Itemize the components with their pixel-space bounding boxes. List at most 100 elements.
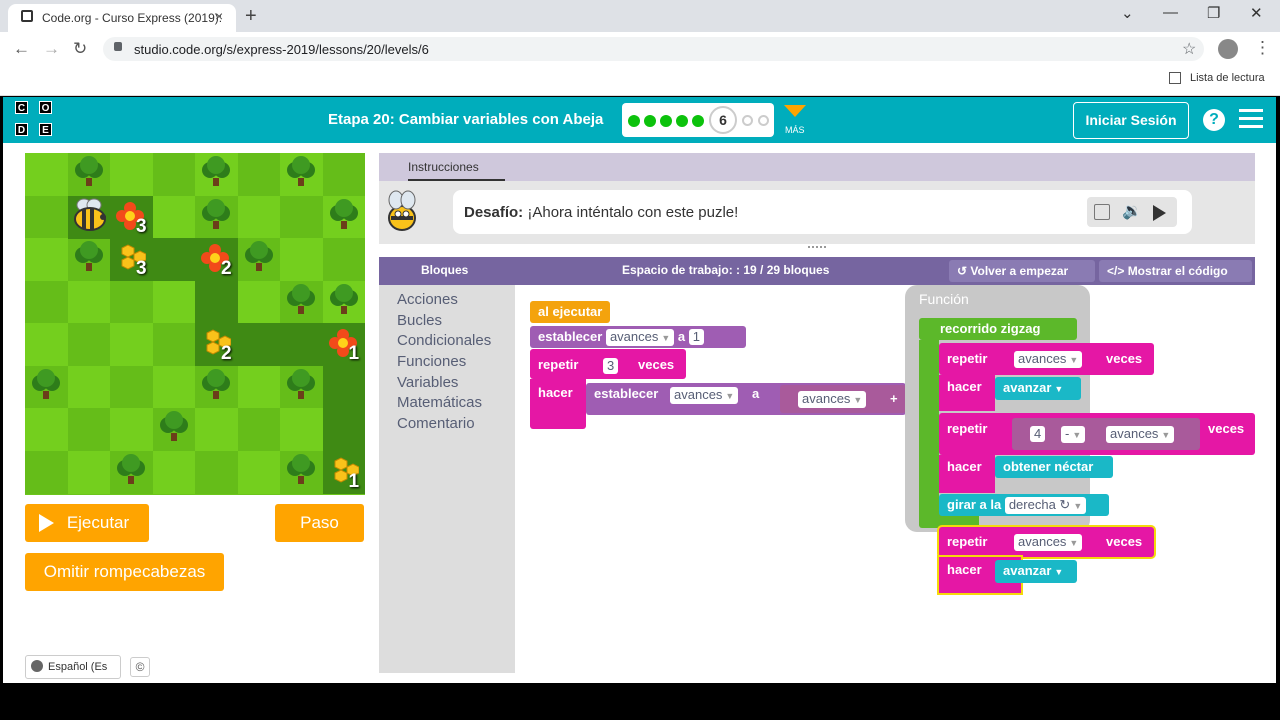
progress-dot-complete[interactable] <box>692 115 704 127</box>
tab-search-icon[interactable]: ⌄ <box>1121 4 1134 22</box>
browser-menu-icon[interactable]: ⋮ <box>1254 38 1271 58</box>
set-variable-block[interactable]: establecer avances ▼ a 1 <box>530 326 746 348</box>
progress-dot-empty[interactable] <box>758 115 769 126</box>
progress-current-level[interactable]: 6 <box>709 106 737 134</box>
function-name-label: recorrido zigzag <box>940 321 1041 336</box>
code-org-logo[interactable]: C O D E <box>15 101 57 141</box>
resize-handle[interactable] <box>808 246 826 251</box>
category-actions[interactable]: Acciones <box>397 291 458 308</box>
resource-count-label: 1 <box>348 470 360 492</box>
language-audio-icon[interactable] <box>1094 204 1110 220</box>
maze-cell <box>110 280 153 324</box>
progress-dot-complete[interactable] <box>628 115 640 127</box>
copyright-button[interactable]: © <box>130 657 150 677</box>
progress-dot-empty[interactable] <box>742 115 753 126</box>
minimize-button[interactable]: — <box>1163 4 1178 21</box>
tree-icon <box>329 198 358 229</box>
logo-letter: O <box>39 101 52 114</box>
repeat-label: repetir <box>538 357 579 372</box>
category-math[interactable]: Matemáticas <box>397 394 482 411</box>
minus-operator-dropdown[interactable]: - ▼ <box>1061 426 1086 443</box>
close-window-button[interactable]: ✕ <box>1250 4 1263 22</box>
maze-cell <box>237 195 281 239</box>
floating-forward-block[interactable]: avanzar ▼ <box>995 560 1077 583</box>
challenge-text: Desafío: ¡Ahora inténtalo con este puzle… <box>464 204 738 221</box>
play-audio-icon[interactable] <box>1153 205 1166 221</box>
progress-dot-complete[interactable] <box>644 115 656 127</box>
hamburger-menu-icon[interactable] <box>1239 108 1263 128</box>
to-label: a <box>677 329 686 344</box>
turn-block[interactable]: girar a la derecha ↻ ▼ <box>939 494 1109 516</box>
url-text[interactable]: studio.code.org/s/express-2019/lessons/2… <box>134 42 429 57</box>
run-button[interactable]: Ejecutar <box>25 504 149 542</box>
category-comment[interactable]: Comentario <box>397 415 475 432</box>
restore-button[interactable]: ❐ <box>1207 4 1220 22</box>
tree-icon <box>74 241 103 271</box>
maze-cell <box>25 195 68 239</box>
maze-cell <box>280 408 323 451</box>
logo-letter: E <box>39 123 52 136</box>
maze-cell <box>67 280 111 324</box>
func-repeat-var-2[interactable]: avances ▼ <box>1106 426 1175 443</box>
maze-cell <box>152 323 196 366</box>
direction-dropdown[interactable]: derecha ↻ ▼ <box>1004 497 1087 514</box>
help-icon[interactable]: ? <box>1203 109 1225 131</box>
skip-puzzle-button[interactable]: Omitir rompecabezas <box>25 553 224 591</box>
category-variables[interactable]: Variables <box>397 374 458 391</box>
show-code-button[interactable]: </> Mostrar el código <box>1099 260 1252 282</box>
func-times-label-1: veces <box>1106 351 1143 366</box>
maze-cell <box>25 153 68 196</box>
category-conditionals[interactable]: Condicionales <box>397 332 491 349</box>
reading-list-link[interactable]: Lista de lectura <box>1190 72 1265 84</box>
repeat-count-field[interactable]: 3 <box>603 358 619 374</box>
resource-count-label: 3 <box>136 215 147 237</box>
signin-button[interactable]: Iniciar Sesión <box>1073 102 1189 139</box>
tree-icon <box>244 241 273 271</box>
set-value-field[interactable]: 1 <box>688 329 705 345</box>
forward-block-1[interactable]: avanzar ▼ <box>995 377 1081 400</box>
tab-close-icon[interactable]: × <box>215 8 223 24</box>
maze-path-cell <box>322 408 365 451</box>
variable-dropdown[interactable]: avances ▼ <box>605 329 675 346</box>
maze-grid: 3 3 2 2 1 1 <box>25 153 365 495</box>
bookmark-star-icon[interactable]: ☆ <box>1182 39 1196 59</box>
nested-variable-dropdown[interactable]: avances ▼ <box>670 387 739 404</box>
maze-path-cell <box>237 323 281 366</box>
more-arrow-icon[interactable] <box>784 105 806 117</box>
maze-cell <box>322 238 365 281</box>
minus-count-field[interactable]: 4 <box>1030 426 1046 442</box>
lock-icon <box>114 42 122 51</box>
reset-icon: ↺ <box>957 264 971 278</box>
maze-cell <box>237 280 281 324</box>
reload-button[interactable]: ↻ <box>73 39 87 59</box>
back-button[interactable]: ← <box>13 39 30 59</box>
new-tab-button[interactable]: + <box>245 5 257 28</box>
floating-repeat-label: repetir <box>947 534 988 549</box>
func-repeat-var-1[interactable]: avances ▼ <box>1014 351 1083 368</box>
tree-icon <box>117 453 145 484</box>
tree-icon <box>287 453 315 484</box>
floating-repeat-var[interactable]: avances ▼ <box>1014 534 1083 551</box>
math-variable-dropdown[interactable]: avances ▼ <box>798 391 867 408</box>
tree-icon <box>329 283 358 314</box>
maze-cell <box>110 153 153 196</box>
volume-icon[interactable]: 🔉 <box>1122 201 1142 221</box>
tab-instructions[interactable]: Instrucciones <box>408 160 479 174</box>
when-run-block[interactable]: al ejecutar <box>530 301 611 323</box>
progress-dot-complete[interactable] <box>660 115 672 127</box>
profile-avatar[interactable] <box>1218 39 1238 59</box>
step-button[interactable]: Paso <box>275 504 364 542</box>
get-nectar-block[interactable]: obtener néctar <box>995 456 1113 478</box>
forward-button[interactable]: → <box>43 39 60 59</box>
nested-set-label: establecer <box>594 386 659 401</box>
resource-count-label: 3 <box>136 258 147 279</box>
reset-button[interactable]: ↺ Volver a empezar <box>949 260 1095 282</box>
browser-tab[interactable]: Code.org - Curso Express (2019): <box>8 4 236 32</box>
category-loops[interactable]: Bucles <box>397 312 442 329</box>
function-body-rail <box>919 340 939 518</box>
progress-dot-complete[interactable] <box>676 115 688 127</box>
more-label[interactable]: MÁS <box>785 125 805 135</box>
tree-icon <box>287 283 315 314</box>
maze-cell <box>280 238 323 281</box>
category-functions[interactable]: Funciones <box>397 353 466 370</box>
